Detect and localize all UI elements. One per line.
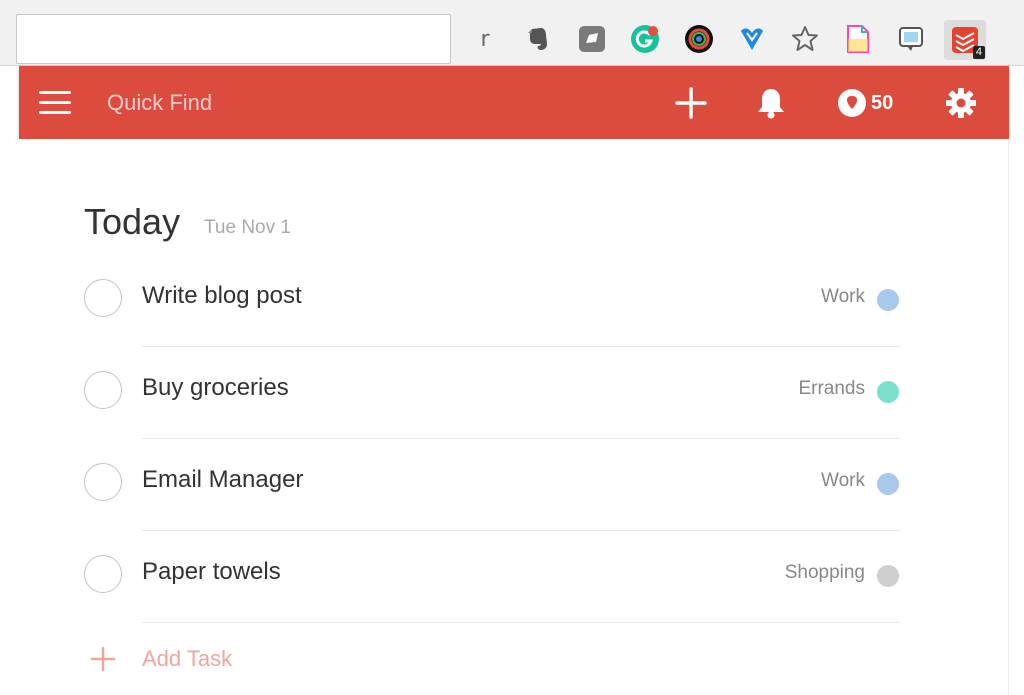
document-extension-icon[interactable]	[843, 24, 873, 54]
main-content: Today Tue Nov 1 Write blog post Work Buy…	[19, 139, 1009, 695]
settings-button[interactable]	[944, 84, 978, 122]
karma-count: 50	[871, 91, 894, 114]
readability-glyph: r	[480, 26, 490, 52]
notifications-button[interactable]	[755, 84, 787, 122]
add-plus-icon	[84, 640, 122, 678]
task-row: Write blog post Work	[19, 255, 1009, 347]
browser-toolbar: r 4	[0, 0, 1024, 66]
page-date: Tue Nov 1	[204, 217, 291, 238]
evernote-extension-icon[interactable]	[523, 24, 553, 54]
chat-note-extension-icon[interactable]	[896, 24, 926, 54]
project-color-dot-icon	[877, 565, 899, 587]
karma-button[interactable]: 50	[837, 84, 893, 122]
add-task-button[interactable]: Add Task	[84, 639, 232, 679]
task-project-label: Work	[821, 286, 865, 307]
plus-icon	[675, 87, 707, 119]
readability-extension-icon[interactable]: r	[470, 24, 500, 54]
task-text[interactable]: Write blog post	[142, 282, 302, 310]
project-color-dot-icon	[877, 289, 899, 311]
task-project-label: Work	[821, 470, 865, 491]
task-row: Buy groceries Errands	[19, 347, 1009, 439]
heart-shield-extension-icon[interactable]	[737, 24, 767, 54]
task-checkbox[interactable]	[84, 555, 122, 593]
color-picker-extension-icon[interactable]	[684, 24, 714, 54]
add-task-label: Add Task	[142, 646, 233, 671]
gray-square-extension-icon[interactable]	[577, 24, 607, 54]
task-row: Email Manager Work	[19, 439, 1009, 531]
quick-find-input[interactable]	[107, 88, 407, 118]
bookmark-star-icon[interactable]	[790, 24, 820, 54]
hamburger-menu-icon[interactable]	[39, 90, 71, 116]
root: r 4 Quick Find 50 Today Tue Nov 1 Write …	[0, 0, 1024, 695]
bell-icon	[758, 89, 784, 119]
task-project-label: Errands	[798, 378, 865, 399]
task-checkbox[interactable]	[84, 279, 122, 317]
task-row: Paper towels Shopping	[19, 531, 1009, 623]
address-bar[interactable]	[16, 14, 451, 64]
gear-icon	[946, 88, 976, 118]
task-text[interactable]: Paper towels	[142, 558, 281, 586]
karma-icon	[838, 89, 866, 117]
task-project-label: Shopping	[784, 562, 865, 583]
divider	[142, 622, 900, 623]
page-title: Today	[84, 201, 181, 242]
grammarly-extension-icon[interactable]	[630, 24, 660, 54]
task-text[interactable]: Email Manager	[142, 466, 303, 494]
task-checkbox[interactable]	[84, 463, 122, 501]
todoist-extension-icon[interactable]: 4	[944, 20, 986, 60]
task-text[interactable]: Buy groceries	[142, 374, 289, 402]
add-task-header-button[interactable]	[674, 84, 708, 122]
project-color-dot-icon	[877, 381, 899, 403]
task-checkbox[interactable]	[84, 371, 122, 409]
project-color-dot-icon	[877, 473, 899, 495]
todoist-badge: 4	[972, 46, 985, 59]
app-header: 50	[19, 66, 1009, 139]
